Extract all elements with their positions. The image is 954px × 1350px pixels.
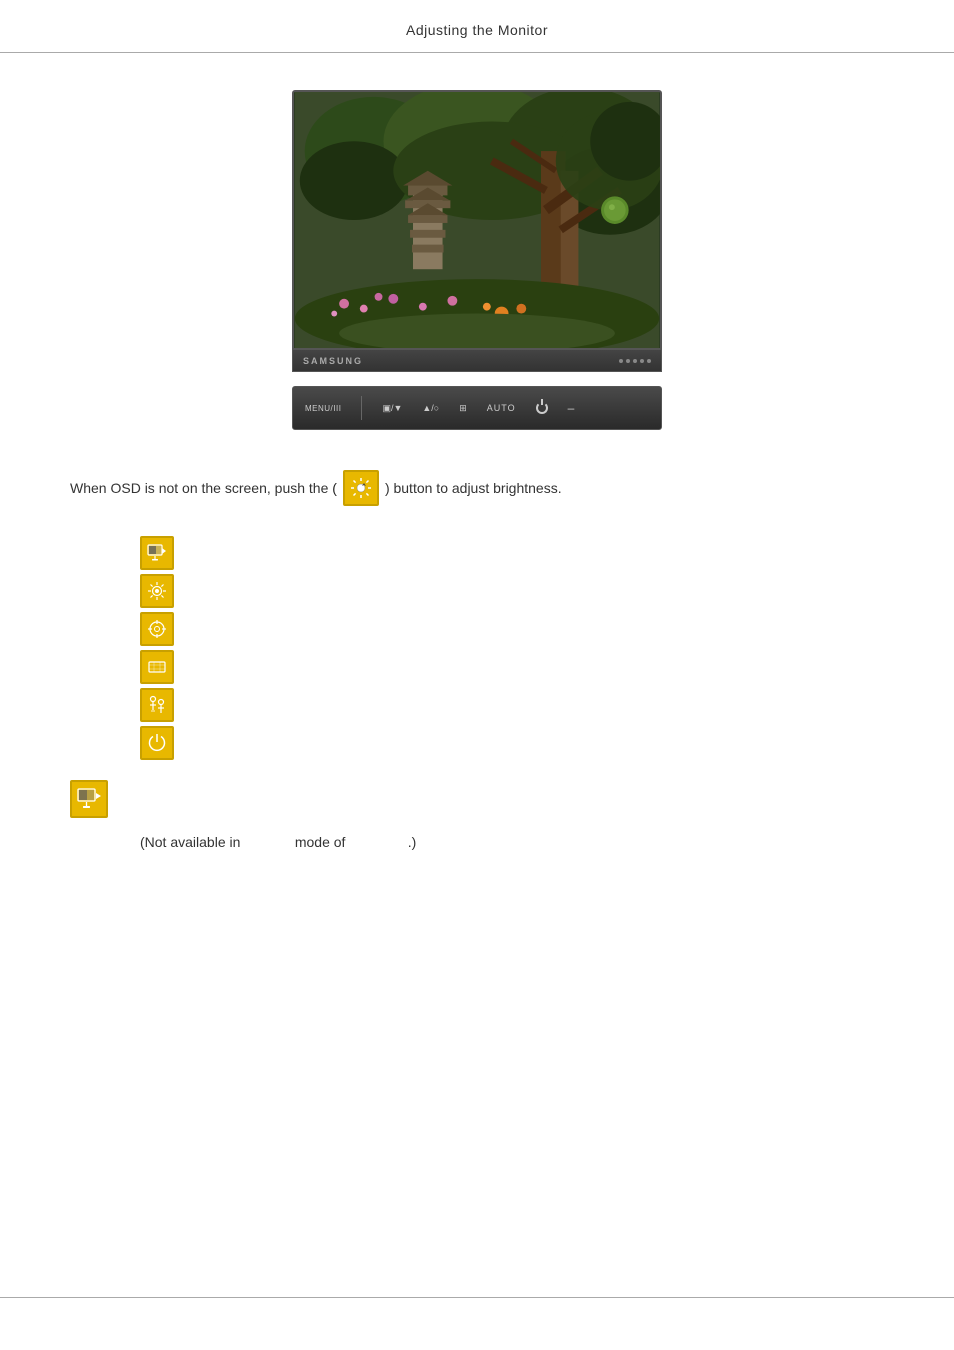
osd-icon-screen-mode (140, 536, 174, 570)
large-icon-row (60, 780, 894, 818)
ctrl-power-icon (536, 402, 548, 414)
monitor-screen (292, 90, 662, 350)
control-bar: MENU/III ▣/▼ ▲/○ ⊞ AUTO – (292, 386, 662, 430)
ctrl-ao-btn: ▲/○ (422, 403, 439, 413)
large-osd-icon (70, 780, 108, 818)
monitor-buttons-right (619, 359, 651, 363)
ctrl-fb-btn: ⊞ (459, 403, 467, 414)
ctrl-divider-1 (361, 396, 362, 420)
monitor-container: SAMSUNG (292, 90, 662, 372)
note-text: (Not available in (140, 834, 240, 850)
osd-icon-position (140, 612, 174, 646)
samsung-label: SAMSUNG (303, 356, 363, 366)
sun-icon (350, 477, 372, 499)
content-area: SAMSUNG MENU/III ▣/▼ ▲/○ ⊞ (0, 70, 954, 910)
note-end: .) (408, 834, 417, 850)
large-screen-icon (76, 786, 102, 812)
monitor-btn-dot-3 (633, 359, 637, 363)
ctrl-menu-label: MENU/III (305, 404, 341, 413)
monitor-btn-dot-1 (619, 359, 623, 363)
monitor-base-bar: SAMSUNG (292, 350, 662, 372)
brightness-button-icon (343, 470, 379, 506)
description-before-text: When OSD is not on the screen, push the (70, 480, 328, 496)
open-paren: ( (332, 480, 337, 496)
monitor-image-wrapper: SAMSUNG (60, 90, 894, 372)
garden-scene-svg (294, 92, 660, 348)
monitor-btn-dot-4 (640, 359, 644, 363)
monitor-btn-dot-5 (647, 359, 651, 363)
osd-icon-size (140, 650, 174, 684)
description-after-text: ) button to adjust brightness. (385, 480, 562, 496)
page-title: Adjusting the Monitor (0, 0, 954, 60)
bottom-border (0, 1297, 954, 1298)
control-bar-wrapper: MENU/III ▣/▼ ▲/○ ⊞ AUTO – (60, 386, 894, 430)
ctrl-dir-btn: ▣/▼ (382, 403, 402, 414)
note-row: (Not available in mode of .) (60, 834, 894, 850)
osd-icon-advanced (140, 688, 174, 722)
top-border (0, 52, 954, 53)
osd-icon-brightness (140, 574, 174, 608)
description-row: When OSD is not on the screen, push the … (60, 470, 894, 506)
note-mode: mode of (295, 834, 346, 850)
ctrl-auto-label: AUTO (487, 403, 516, 413)
osd-icon-osd-off (140, 726, 174, 760)
monitor-btn-dot-2 (626, 359, 630, 363)
icons-column (60, 536, 894, 760)
title-text: Adjusting the Monitor (406, 22, 548, 38)
ctrl-minus-label: – (568, 402, 575, 414)
